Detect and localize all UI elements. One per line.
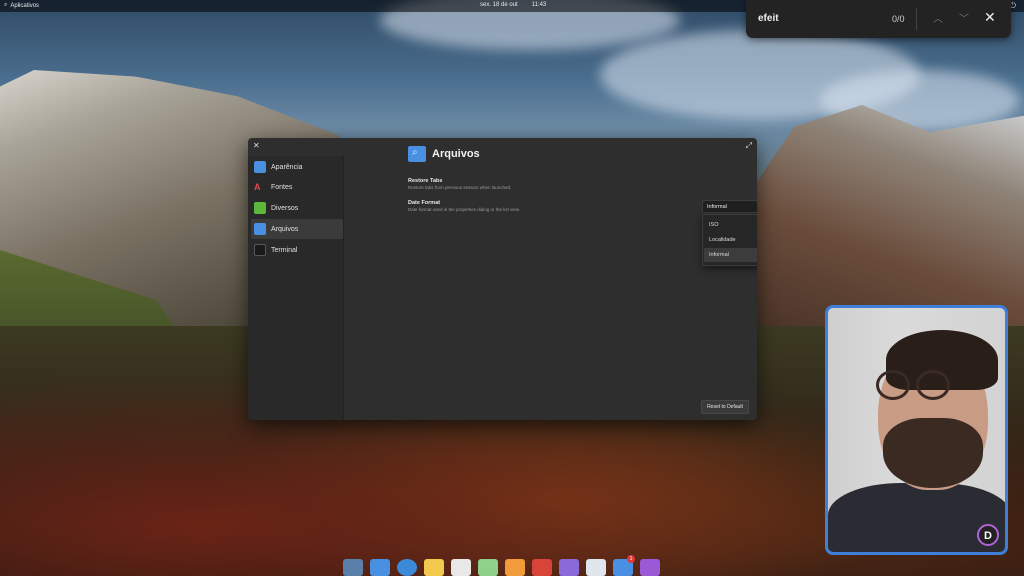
page-title: Arquivos [432,148,480,160]
puzzle-icon [254,202,266,214]
sidebar-item-label: Diversos [271,204,299,212]
selected-value: Informal [707,204,727,210]
files-dock-icon[interactable] [370,559,390,576]
settings-content: Arquivos Restore Tabs Restore tabs from … [344,138,757,420]
sidebar: Aparência A Fontes Diversos Arquivos Ter… [248,156,344,420]
window-close-icon[interactable]: ✕ [253,141,260,150]
favorites-icon[interactable] [640,559,660,576]
files-icon [254,223,266,235]
applications-menu[interactable]: ⌕ Aplicativos [4,2,39,9]
music-icon[interactable] [505,559,525,576]
menu-item-localidade[interactable]: Localidade [704,233,757,247]
clock[interactable]: sex. 18 de out 11:43 [480,2,546,8]
restore-tabs-description: Restore tabs from previous session when … [408,185,512,190]
fonts-icon: A [254,182,261,192]
date-label: sex. 18 de out [480,2,518,8]
tweaks-window: ✕ ⤢ Aparência A Fontes Diversos Arquivos… [248,138,757,420]
sidebar-item-label: Fontes [271,183,293,191]
chevron-down-icon[interactable]: ﹀ [959,10,969,25]
dock: 1 [341,555,688,576]
search-icon: ⌕ [4,2,8,8]
sidebar-item-diversos[interactable]: Diversos [251,198,343,218]
page-header: Arquivos [408,146,480,162]
update-badge: 1 [627,555,635,563]
mail-icon[interactable] [424,559,444,576]
time-label: 11:43 [531,2,547,8]
sidebar-item-aparencia[interactable]: Aparência [251,157,343,177]
photos-icon[interactable] [559,559,579,576]
search-input[interactable]: efeit [758,13,779,24]
divider [916,8,917,30]
date-format-menu: ISO Localidade Informal [702,214,757,266]
appcenter-icon[interactable]: 1 [613,555,635,576]
presenter-beard [883,418,983,488]
restore-tabs-title: Restore Tabs [408,178,443,184]
sidebar-item-terminal[interactable]: Terminal [251,240,343,260]
find-bar: efeit 0/0 ︿ ﹀ ✕ [746,0,1011,38]
folder-search-icon [408,146,426,162]
terminal-icon [254,244,266,256]
tasks-icon[interactable] [451,559,471,576]
reset-to-default-button[interactable]: Reset to Default [701,400,749,414]
settings-icon[interactable] [586,559,606,576]
menu-item-iso[interactable]: ISO [704,218,757,232]
sidebar-item-fontes[interactable]: A Fontes [251,177,343,197]
videos-icon[interactable] [532,559,552,576]
date-format-select[interactable]: Informal ▾ [702,200,757,213]
sidebar-item-arquivos[interactable]: Arquivos [251,219,343,239]
sidebar-item-label: Arquivos [271,225,299,233]
chevron-up-icon[interactable]: ︿ [933,10,943,25]
appearance-icon [254,161,266,173]
date-format-title: Date Format [408,200,441,206]
menu-item-informal[interactable]: Informal [704,248,757,262]
sidebar-item-label: Terminal [271,246,298,254]
applications-label: Aplicativos [10,2,40,9]
match-count: 0/0 [892,14,905,24]
calendar-icon[interactable] [478,559,498,576]
channel-logo: D [977,524,999,546]
glasses [876,370,976,400]
browser-icon[interactable] [397,559,417,576]
sidebar-item-label: Aparência [271,163,303,171]
date-format-description: Date format used in the properties dialo… [408,207,521,212]
webcam-overlay: D [825,305,1008,555]
multitasking-icon[interactable] [343,559,363,576]
close-icon[interactable]: ✕ [984,9,996,26]
